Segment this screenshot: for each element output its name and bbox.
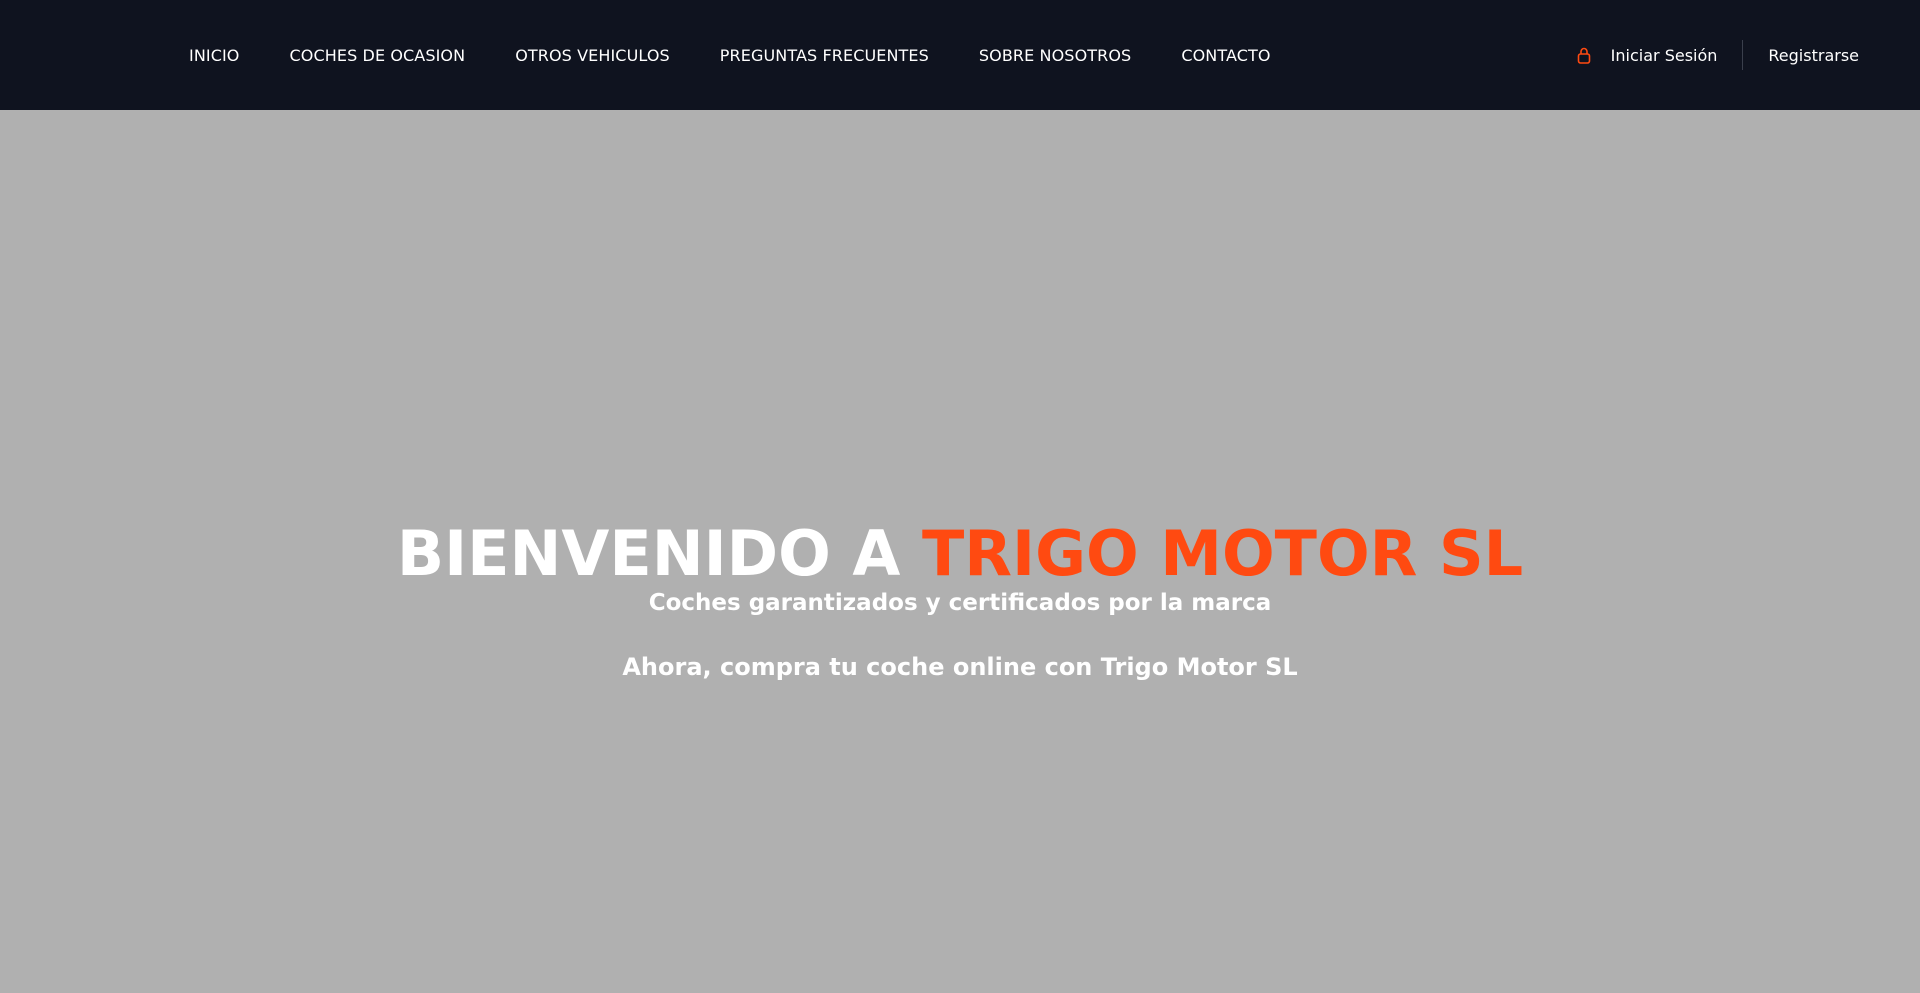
nav-item-inicio[interactable]: INICIO	[189, 46, 240, 65]
auth-divider	[1742, 40, 1744, 70]
nav-item-contacto[interactable]: CONTACTO	[1181, 46, 1270, 65]
nav-item-preguntas-frecuentes[interactable]: PREGUNTAS FRECUENTES	[720, 46, 929, 65]
top-navbar: INICIO COCHES DE OCASION OTROS VEHICULOS…	[0, 0, 1920, 110]
hero-title: BIENVENIDO A TRIGO MOTOR SL	[0, 516, 1920, 592]
hero-banner: BIENVENIDO A TRIGO MOTOR SL Coches garan…	[0, 110, 1920, 993]
nav-item-sobre-nosotros[interactable]: SOBRE NOSOTROS	[979, 46, 1131, 65]
login-label: Iniciar Sesión	[1610, 45, 1718, 65]
main-nav: INICIO COCHES DE OCASION OTROS VEHICULOS…	[189, 0, 1271, 110]
hero-tagline: Ahora, compra tu coche online con Trigo …	[622, 653, 1298, 681]
hero-title-highlight: TRIGO MOTOR SL	[922, 517, 1524, 590]
hero-title-prefix: BIENVENIDO A	[396, 517, 922, 590]
hero-subtitle: Coches garantizados y certificados por l…	[648, 590, 1272, 616]
lock-icon	[1576, 46, 1592, 64]
auth-links: Iniciar Sesión Registrarse	[1576, 0, 1859, 110]
login-link[interactable]: Iniciar Sesión	[1576, 45, 1718, 65]
nav-item-otros-vehiculos[interactable]: OTROS VEHICULOS	[515, 46, 670, 65]
register-link[interactable]: Registrarse	[1768, 46, 1859, 65]
nav-item-coches-de-ocasion[interactable]: COCHES DE OCASION	[290, 46, 466, 65]
